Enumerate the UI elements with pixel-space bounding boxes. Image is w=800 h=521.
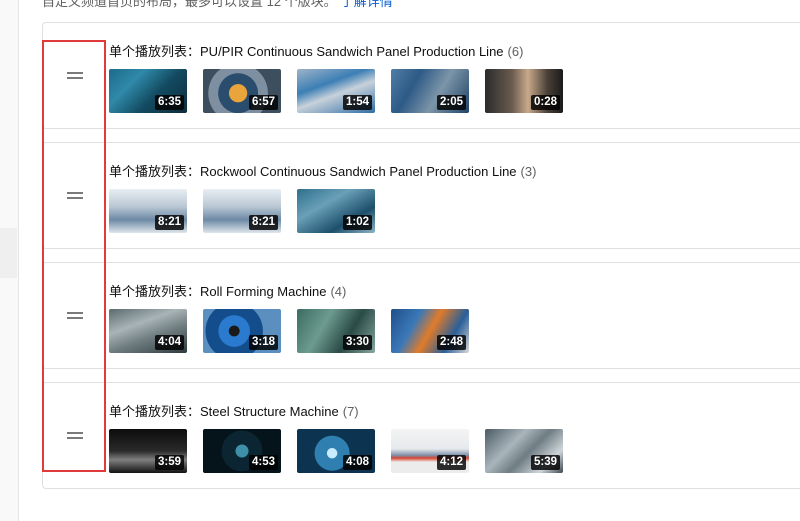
drag-handle-icon[interactable]	[67, 185, 85, 205]
section-title: 单个播放列表：PU/PIR Continuous Sandwich Panel …	[109, 41, 523, 60]
video-thumbnail[interactable]: 8:21	[203, 189, 281, 233]
video-duration: 3:30	[342, 335, 372, 350]
video-duration: 8:21	[154, 215, 184, 230]
video-thumbnail[interactable]: 5:39	[485, 429, 563, 473]
video-thumbnail[interactable]: 4:04	[109, 309, 187, 353]
video-thumbnail[interactable]: 8:21	[109, 189, 187, 233]
video-thumbnail[interactable]: 3:18	[203, 309, 281, 353]
video-count: (7)	[342, 404, 359, 419]
video-duration: 4:53	[248, 455, 278, 470]
video-duration: 3:59	[154, 455, 184, 470]
video-duration: 4:12	[436, 455, 466, 470]
layout-description: 自定义频道首页的布局，最多可以设置 12 个版块。 了解详情	[42, 0, 393, 10]
video-duration: 6:35	[154, 95, 184, 110]
layout-editor: 自定义频道首页的布局，最多可以设置 12 个版块。 了解详情 单个播放列表：PU/…	[19, 0, 800, 521]
video-count: (6)	[507, 44, 524, 59]
drag-handle-icon[interactable]	[67, 305, 85, 325]
playlist-name: Rockwool Continuous Sandwich Panel Produ…	[200, 164, 517, 179]
video-thumbnail[interactable]: 4:53	[203, 429, 281, 473]
section-title: 单个播放列表：Steel Structure Machine (7)	[109, 401, 359, 420]
video-duration: 0:28	[530, 95, 560, 110]
video-thumbnail[interactable]: 1:54	[297, 69, 375, 113]
video-thumbnail[interactable]: 2:05	[391, 69, 469, 113]
video-duration: 5:39	[530, 455, 560, 470]
playlist-name: PU/PIR Continuous Sandwich Panel Product…	[200, 44, 504, 59]
video-duration: 2:48	[436, 335, 466, 350]
video-duration: 4:08	[342, 455, 372, 470]
playlist-name: Roll Forming Machine	[200, 284, 327, 299]
video-thumbnail[interactable]: 1:02	[297, 189, 375, 233]
video-thumbnail-row: 8:21 8:21 1:02	[109, 189, 391, 233]
drag-handle-icon[interactable]	[67, 425, 85, 445]
video-thumbnail[interactable]: 4:12	[391, 429, 469, 473]
section-type-label: 单个播放列表：	[109, 284, 201, 299]
section-title: 单个播放列表：Roll Forming Machine (4)	[109, 281, 346, 300]
video-thumbnail[interactable]: 3:59	[109, 429, 187, 473]
playlist-section[interactable]: 单个播放列表：Roll Forming Machine (4) 4:04 3:18…	[42, 262, 800, 369]
video-thumbnail-row: 4:04 3:18 3:30 2:48	[109, 309, 485, 353]
playlist-name: Steel Structure Machine	[200, 404, 339, 419]
video-thumbnail[interactable]: 2:48	[391, 309, 469, 353]
video-thumbnail[interactable]: 0:28	[485, 69, 563, 113]
drag-handle-icon[interactable]	[67, 65, 85, 85]
video-count: (3)	[520, 164, 537, 179]
video-duration: 2:05	[436, 95, 466, 110]
video-thumbnail-row: 3:59 4:53 4:08 4:12 5:39	[109, 429, 579, 473]
playlist-section[interactable]: 单个播放列表：Rockwool Continuous Sandwich Pane…	[42, 142, 800, 249]
layout-description-text: 自定义频道首页的布局，最多可以设置 12 个版块。	[42, 0, 337, 9]
playlist-section[interactable]: 单个播放列表：Steel Structure Machine (7) 3:59 4…	[42, 382, 800, 489]
video-thumbnail[interactable]: 6:57	[203, 69, 281, 113]
video-duration: 6:57	[248, 95, 278, 110]
video-thumbnail-row: 6:35 6:57 1:54 2:05 0:28	[109, 69, 579, 113]
video-thumbnail[interactable]: 3:30	[297, 309, 375, 353]
video-duration: 3:18	[248, 335, 278, 350]
video-thumbnail[interactable]: 6:35	[109, 69, 187, 113]
video-duration: 1:54	[342, 95, 372, 110]
video-duration: 1:02	[342, 215, 372, 230]
section-title: 单个播放列表：Rockwool Continuous Sandwich Pane…	[109, 161, 536, 180]
video-thumbnail[interactable]: 4:08	[297, 429, 375, 473]
learn-more-link[interactable]: 了解详情	[341, 0, 393, 9]
sidebar-active-item[interactable]	[0, 228, 17, 278]
playlist-section[interactable]: 单个播放列表：PU/PIR Continuous Sandwich Panel …	[42, 22, 800, 129]
video-duration: 4:04	[154, 335, 184, 350]
video-count: (4)	[330, 284, 347, 299]
video-duration: 8:21	[248, 215, 278, 230]
section-type-label: 单个播放列表：	[109, 404, 201, 419]
section-type-label: 单个播放列表：	[109, 164, 201, 179]
section-type-label: 单个播放列表：	[109, 44, 201, 59]
